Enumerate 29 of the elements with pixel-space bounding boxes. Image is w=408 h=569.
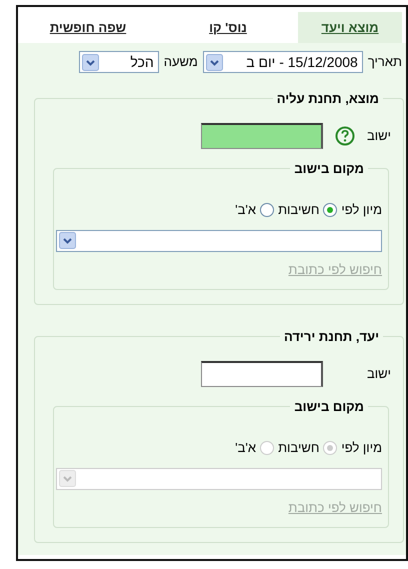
dropdown[interactable]: 15/12/2008 - יום ב xyxy=(202,51,363,73)
dropdown[interactable]: הכל xyxy=(78,51,159,73)
section-title: מקום בישוב xyxy=(293,398,365,414)
sort-label: מיון לפי xyxy=(341,201,382,220)
field-label: תאריך xyxy=(368,53,402,72)
field-label: משעה xyxy=(164,53,198,72)
section-title: מוצא, תחנת עליה xyxy=(276,91,380,107)
radio-label: א'ב' xyxy=(235,201,256,220)
chevron-down-icon xyxy=(82,54,99,70)
chevron-down-icon xyxy=(59,232,76,250)
field-label: ישוב xyxy=(366,365,391,384)
tab[interactable]: נוס' קו xyxy=(197,12,259,43)
section-title: מקום בישוב xyxy=(293,160,365,176)
radio-button[interactable] xyxy=(323,202,338,217)
sort-label: מיון לפי xyxy=(341,439,382,458)
radio-label: חשיבות xyxy=(278,201,320,220)
chevron-down-icon xyxy=(206,54,223,70)
tab[interactable]: שפה חופשית xyxy=(38,12,138,43)
field-label: ישוב xyxy=(366,126,391,145)
section-title: יעד, תחנת ירידה xyxy=(282,329,380,345)
radio-label: חשיבות xyxy=(278,439,320,458)
radio-label: א'ב' xyxy=(235,439,256,458)
dropdown[interactable] xyxy=(56,230,382,252)
radio-button[interactable] xyxy=(260,202,274,217)
input-field[interactable] xyxy=(200,360,323,387)
chevron-down-icon xyxy=(59,470,76,488)
help-icon[interactable] xyxy=(334,126,355,146)
tab[interactable]: מוצא ויעד xyxy=(298,12,402,43)
input-field[interactable] xyxy=(200,122,323,149)
